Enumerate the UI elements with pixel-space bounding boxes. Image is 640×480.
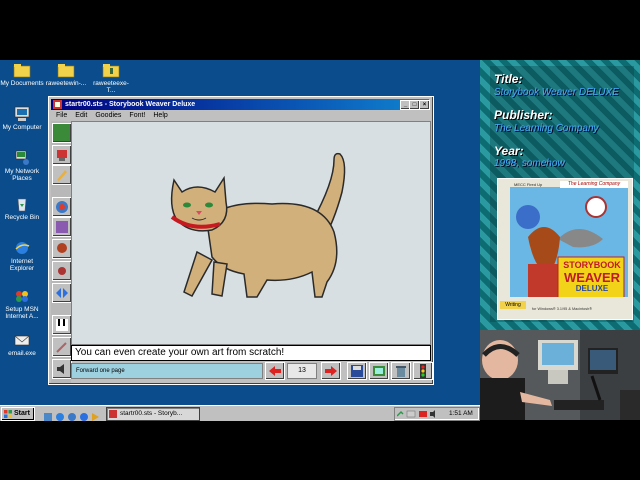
box-platform: for Windows® 3.1/95 & Macintosh® bbox=[532, 307, 593, 311]
quick-launch-icons bbox=[44, 413, 99, 421]
menu-bar: File Edit Goodies Font! Help bbox=[51, 111, 429, 121]
arrows-icon bbox=[56, 288, 68, 298]
picture-button[interactable] bbox=[369, 362, 389, 380]
speaker-icon bbox=[57, 364, 64, 374]
next-page-button[interactable] bbox=[321, 362, 341, 380]
desktop-icon-recycle-bin[interactable]: Recycle Bin bbox=[0, 196, 44, 221]
story-canvas[interactable] bbox=[71, 121, 431, 345]
box-top-label: MECC Fired Up bbox=[514, 182, 543, 187]
brush-icon bbox=[58, 267, 66, 275]
box-logo-line2: WEAVER bbox=[563, 270, 621, 285]
balloon-tool[interactable] bbox=[52, 239, 72, 259]
folder-icon bbox=[102, 64, 120, 78]
pencil-icon bbox=[57, 170, 67, 181]
close-button[interactable]: × bbox=[419, 100, 430, 110]
piano-icon bbox=[56, 319, 68, 331]
desktop-icon-raweetewin[interactable]: raweetewin-... bbox=[44, 62, 88, 87]
story-text: You can even create your own art from sc… bbox=[75, 347, 285, 358]
app-icon bbox=[53, 100, 62, 109]
taskbar: Start startr00.sts - Storyb... 1:51 AM bbox=[0, 405, 480, 421]
desktop-icon-email-exe[interactable]: email.exe bbox=[0, 332, 44, 357]
ie-icon bbox=[15, 242, 30, 254]
recycle-bin-icon bbox=[17, 198, 27, 212]
publisher-value: The Learning Company bbox=[494, 123, 599, 134]
box-art: MECC Fired Up The Learning Company STORY… bbox=[497, 178, 633, 320]
year-value: 1998, somehow bbox=[494, 158, 565, 169]
traffic-light-button[interactable] bbox=[413, 362, 433, 380]
taskbar-item-storybook[interactable]: startr00.sts - Storyb... bbox=[106, 407, 200, 421]
email-icon bbox=[14, 335, 30, 346]
save-button[interactable] bbox=[347, 362, 367, 380]
system-tray: 1:51 AM bbox=[394, 407, 480, 421]
desktop-icon-my-computer[interactable]: My Computer bbox=[0, 106, 44, 131]
desktop-icon-my-network-places[interactable]: My Network Places bbox=[0, 150, 44, 182]
box-brand: The Learning Company bbox=[560, 181, 628, 188]
network-icon bbox=[15, 150, 29, 165]
previous-page-button[interactable] bbox=[265, 362, 285, 380]
color-wheel-icon bbox=[56, 201, 68, 213]
box-logo-line3: DELUXE bbox=[575, 284, 609, 293]
box-category: Writing bbox=[500, 301, 526, 309]
webcam-image bbox=[480, 330, 640, 420]
webcam-feed bbox=[480, 330, 640, 420]
flip-tool[interactable] bbox=[52, 283, 72, 303]
box-logo-line1: STORYBOOK bbox=[563, 260, 621, 270]
menu-edit[interactable]: Edit bbox=[75, 112, 87, 119]
floppy-disk-icon bbox=[351, 365, 363, 377]
menu-help[interactable]: Help bbox=[153, 112, 167, 119]
clock: 1:51 AM bbox=[449, 410, 473, 417]
desktop-icon-internet-explorer[interactable]: Internet Explorer bbox=[0, 240, 44, 272]
music-tool[interactable] bbox=[52, 315, 72, 335]
trash-icon bbox=[396, 366, 406, 377]
brush-tool[interactable] bbox=[52, 261, 72, 281]
menu-font[interactable]: Font! bbox=[129, 112, 145, 119]
window-titlebar[interactable]: startr00.sts - Storybook Weaver Deluxe _… bbox=[51, 99, 430, 110]
windows-logo-icon bbox=[4, 410, 12, 418]
cat-drawing bbox=[170, 152, 346, 298]
stamp-tool[interactable] bbox=[52, 145, 72, 165]
folder-icon bbox=[13, 64, 31, 78]
pattern-icon bbox=[56, 221, 68, 233]
app-icon bbox=[109, 410, 117, 418]
story-text-field[interactable]: You can even create your own art from sc… bbox=[71, 345, 431, 361]
tray-icons[interactable] bbox=[397, 410, 437, 418]
page-number[interactable]: 13 bbox=[287, 363, 317, 379]
pattern-tool[interactable] bbox=[52, 217, 72, 237]
status-label: Forward one page bbox=[71, 363, 263, 379]
menu-goodies[interactable]: Goodies bbox=[95, 112, 121, 119]
title-value: Storybook Weaver DELUXE bbox=[494, 87, 619, 98]
quick-launch bbox=[42, 409, 100, 421]
picture-icon bbox=[373, 366, 385, 376]
box-art-illustration bbox=[498, 187, 632, 319]
computer-icon bbox=[14, 106, 30, 121]
scenery-tool[interactable] bbox=[52, 123, 72, 143]
desktop-icon-raweeteexe[interactable]: raweeteexe-T... bbox=[89, 62, 133, 94]
navigation-bar: Forward one page 13 bbox=[71, 362, 433, 381]
traffic-light-icon bbox=[420, 364, 426, 378]
paint-tool[interactable] bbox=[52, 337, 72, 357]
trash-button[interactable] bbox=[391, 362, 411, 380]
tool-palette bbox=[51, 121, 72, 383]
window-title: startr00.sts - Storybook Weaver Deluxe bbox=[65, 101, 196, 108]
msn-icon bbox=[16, 291, 28, 302]
paintbrush-icon bbox=[56, 342, 67, 353]
storybook-weaver-window: startr00.sts - Storybook Weaver Deluxe _… bbox=[48, 96, 434, 385]
year-label: Year: bbox=[494, 144, 524, 158]
folder-icon bbox=[57, 64, 75, 78]
arrow-left-icon bbox=[269, 366, 281, 376]
desktop-icon-setup-msn[interactable]: Setup MSN Internet A... bbox=[0, 288, 44, 320]
speaker-tool[interactable] bbox=[52, 359, 72, 379]
stamp-icon bbox=[57, 150, 67, 161]
pencil-tool[interactable] bbox=[52, 165, 72, 185]
balloon-icon bbox=[57, 243, 67, 253]
arrow-right-icon bbox=[325, 366, 337, 376]
title-label: Title: bbox=[494, 72, 523, 86]
menu-file[interactable]: File bbox=[56, 112, 67, 119]
start-button[interactable]: Start bbox=[1, 407, 35, 421]
color-tool[interactable] bbox=[52, 197, 72, 217]
desktop-icon-my-documents[interactable]: My Documents bbox=[0, 62, 44, 87]
publisher-label: Publisher: bbox=[494, 108, 553, 122]
